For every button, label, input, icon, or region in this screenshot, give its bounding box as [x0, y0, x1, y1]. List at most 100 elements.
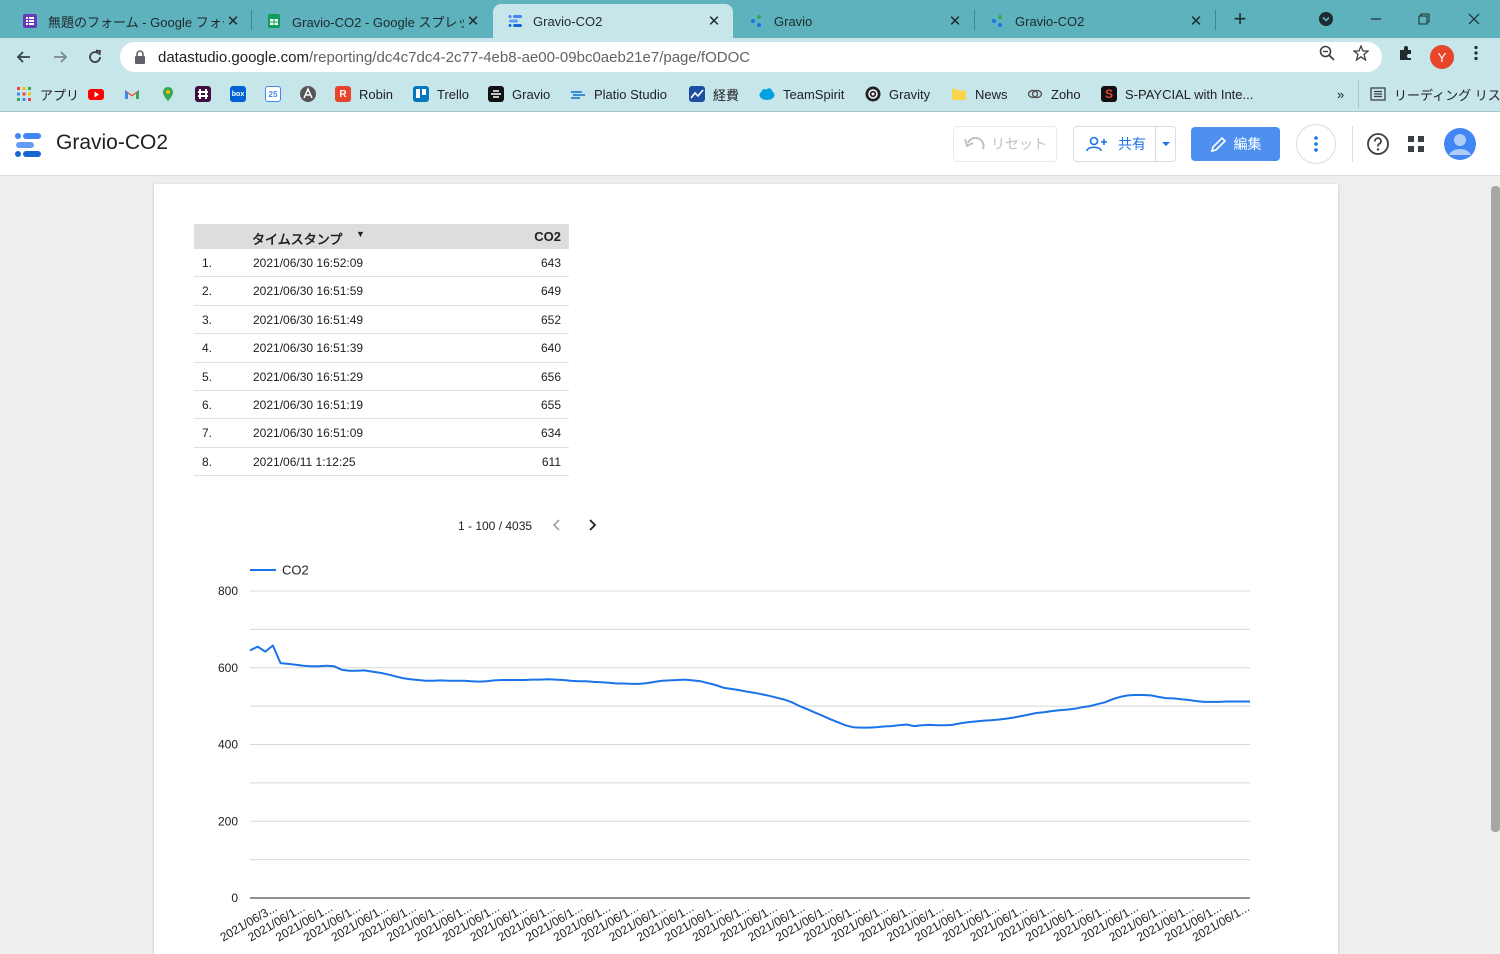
- share-button[interactable]: 共有: [1073, 126, 1176, 162]
- close-window-icon[interactable]: [1459, 4, 1489, 34]
- bookmark-spaycial[interactable]: S S-PAYCIAL with Inte...: [1101, 84, 1253, 104]
- bookmark-youtube[interactable]: [88, 84, 104, 104]
- close-tab-icon[interactable]: ✕: [464, 12, 482, 30]
- google-forms-icon: [23, 14, 37, 28]
- y-tick-label: 0: [231, 891, 238, 905]
- header-divider: [1352, 126, 1353, 162]
- help-icon[interactable]: [1366, 132, 1390, 156]
- bookmark-gravio[interactable]: Gravio: [488, 84, 550, 104]
- reset-button[interactable]: リセット: [953, 126, 1057, 162]
- previous-page-icon[interactable]: [549, 517, 565, 533]
- bookmark-robin[interactable]: R Robin: [335, 84, 393, 104]
- row-timestamp: 2021/06/30 16:51:49: [253, 312, 364, 327]
- pencil-icon: [1210, 136, 1226, 153]
- zoom-search-icon[interactable]: [1319, 45, 1335, 61]
- platio-icon: [571, 91, 585, 99]
- extensions-puzzle-icon[interactable]: [1398, 45, 1414, 61]
- co2-line-chart: 0200400600800CO22021/06/3...2021/06/1...…: [218, 563, 1252, 945]
- row-timestamp: 2021/06/30 16:51:39: [253, 341, 364, 356]
- bookmarks-bar: アプリ box 25 R Robin Trello Gravio Platio …: [0, 76, 1500, 112]
- edit-button[interactable]: 編集: [1191, 127, 1280, 161]
- tab-title: Gravio-CO2 - Google スプレッドシート: [292, 14, 464, 30]
- bookmark-news[interactable]: News: [951, 84, 1008, 104]
- browser-menu-icon[interactable]: [1468, 45, 1484, 61]
- row-co2: 640: [540, 341, 561, 356]
- next-page-icon[interactable]: [584, 517, 600, 533]
- restore-window-icon[interactable]: [1409, 4, 1439, 34]
- share-main[interactable]: 共有: [1074, 127, 1156, 161]
- browser-toolbar: datastudio.google.com/reporting/dc4c7dc4…: [0, 38, 1500, 76]
- close-tab-icon[interactable]: ✕: [1187, 12, 1205, 30]
- page-scrollbar[interactable]: [1491, 186, 1500, 832]
- bookmark-expense[interactable]: 経費: [689, 84, 739, 104]
- calendar-icon: 25: [265, 86, 281, 102]
- gravio-icon: [992, 15, 1002, 27]
- row-index: 6.: [202, 397, 213, 412]
- bookmarks-divider: [1358, 80, 1359, 108]
- bookmark-label: Gravity: [889, 86, 931, 102]
- y-tick-label: 400: [218, 738, 238, 752]
- bookmark-box[interactable]: box: [230, 84, 246, 104]
- bookmark-platio[interactable]: Platio Studio: [570, 84, 667, 104]
- bookmark-label: Gravio: [512, 86, 551, 102]
- row-co2: 643: [540, 256, 561, 270]
- tab-forms[interactable]: 無題のフォーム - Google フォーム ✕: [8, 4, 252, 38]
- bookmark-calendar[interactable]: 25: [265, 84, 281, 104]
- tab-gravio[interactable]: Gravio ✕: [734, 4, 974, 38]
- bookmarks-overflow[interactable]: »: [1337, 84, 1344, 104]
- row-timestamp: 2021/06/30 16:52:09: [253, 256, 364, 270]
- user-avatar-icon[interactable]: [1444, 128, 1476, 160]
- tab-divider: [1215, 10, 1216, 30]
- data-table: タイムスタンプ ▼ CO2 1. 2021/06/30 16:52:09 643 2…: [194, 224, 597, 533]
- bookmark-apps[interactable]: アプリ: [16, 84, 79, 104]
- bookmark-gmail[interactable]: [124, 84, 140, 104]
- report-title[interactable]: Gravio-CO2: [56, 131, 168, 155]
- bookmark-trello[interactable]: Trello: [413, 84, 469, 104]
- salesforce-cloud-icon: [759, 88, 775, 100]
- back-icon[interactable]: [9, 42, 39, 72]
- tab-gravio-co2[interactable]: Gravio-CO2 ✕: [975, 4, 1215, 38]
- tab-data-studio[interactable]: Gravio-CO2 ✕: [493, 4, 733, 38]
- new-tab-icon[interactable]: +: [1225, 4, 1255, 34]
- trello-icon: [413, 86, 429, 102]
- forward-icon[interactable]: [45, 42, 75, 72]
- close-tab-icon[interactable]: ✕: [946, 12, 964, 30]
- bookmark-label: TeamSpirit: [783, 86, 845, 102]
- reading-list[interactable]: リーディング リスト: [1370, 84, 1500, 104]
- table-row: 1. 2021/06/30 16:52:09 643: [194, 249, 569, 278]
- row-timestamp: 2021/06/11 1:12:25: [253, 454, 356, 469]
- sort-descending-icon[interactable]: ▼: [356, 229, 365, 239]
- reload-icon[interactable]: [80, 42, 110, 72]
- browser-tab-strip: 無題のフォーム - Google フォーム ✕ Gravio-CO2 - Goo…: [0, 0, 1500, 38]
- row-index: 5.: [202, 369, 213, 384]
- profile-avatar[interactable]: Y: [1430, 45, 1454, 69]
- row-co2: 611: [541, 454, 561, 469]
- tab-sheets[interactable]: Gravio-CO2 - Google スプレッドシート ✕: [252, 4, 492, 38]
- close-tab-icon[interactable]: ✕: [224, 12, 242, 30]
- tab-search-icon[interactable]: [1311, 4, 1341, 34]
- row-index: 4.: [202, 341, 213, 356]
- share-label: 共有: [1118, 136, 1146, 152]
- address-bar[interactable]: datastudio.google.com/reporting/dc4c7dc4…: [120, 42, 1382, 72]
- column-header-co2[interactable]: CO2: [534, 229, 561, 244]
- undo-icon: [964, 137, 985, 150]
- bookmark-zoho[interactable]: Zoho: [1027, 84, 1081, 104]
- column-header-timestamp[interactable]: タイムスタンプ: [252, 229, 342, 248]
- bookmark-star-icon[interactable]: [1353, 45, 1369, 61]
- minimize-window-icon[interactable]: [1361, 4, 1391, 34]
- google-apps-icon[interactable]: [1406, 134, 1426, 154]
- share-dropdown[interactable]: [1156, 141, 1175, 147]
- add-person-icon: [1086, 136, 1107, 152]
- y-tick-label: 200: [218, 814, 238, 828]
- expense-icon: [689, 86, 705, 102]
- bookmark-gravity[interactable]: Gravity: [865, 84, 930, 104]
- table-row: 7. 2021/06/30 16:51:09 634: [194, 419, 569, 448]
- gravity-icon: [865, 86, 881, 102]
- bookmark-slack[interactable]: [195, 84, 211, 104]
- bookmark-teamspirit[interactable]: TeamSpirit: [759, 84, 844, 104]
- bookmark-maps[interactable]: [160, 84, 176, 104]
- bookmark-atlas[interactable]: [300, 84, 316, 104]
- close-tab-icon[interactable]: ✕: [705, 12, 723, 30]
- slack-icon: [195, 86, 211, 102]
- more-options-button[interactable]: [1296, 124, 1336, 164]
